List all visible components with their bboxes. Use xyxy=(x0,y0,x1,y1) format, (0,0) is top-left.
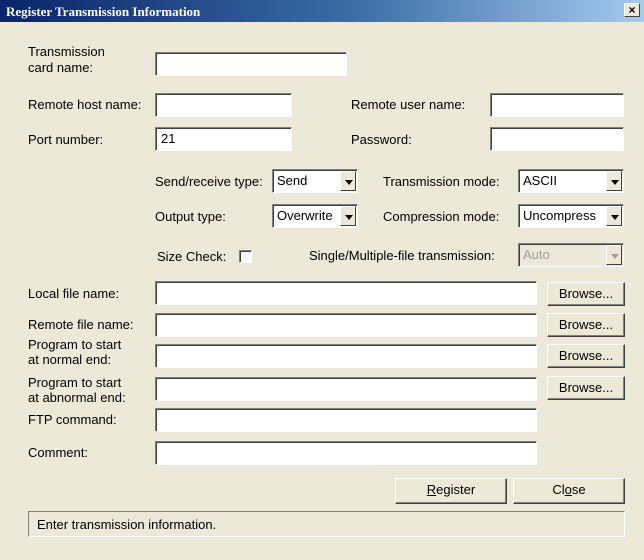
register-button[interactable]: Register xyxy=(395,478,507,504)
single-multiple-label: Single/Multiple-file transmission: xyxy=(309,248,495,263)
port-input[interactable]: 21 xyxy=(155,127,292,151)
size-check-checkbox[interactable] xyxy=(239,250,252,263)
send-receive-value: Send xyxy=(277,173,308,188)
close-label-pre: Cl xyxy=(552,482,565,497)
register-accel: R xyxy=(426,482,437,497)
normal-end-label-line2: at normal end: xyxy=(28,352,112,367)
normal-end-label-line1: Program to start xyxy=(28,337,122,352)
send-receive-label: Send/receive type: xyxy=(155,174,263,189)
comment-input[interactable] xyxy=(155,441,537,465)
chevron-down-icon[interactable] xyxy=(340,171,356,191)
card-name-input[interactable] xyxy=(155,52,347,76)
compression-mode-select[interactable]: Uncompress xyxy=(518,204,624,228)
local-file-input[interactable] xyxy=(155,281,537,305)
normal-end-input[interactable] xyxy=(155,344,537,368)
local-file-browse-button[interactable]: Browse... xyxy=(547,282,625,306)
card-name-label-line2: card name: xyxy=(28,60,94,75)
transmission-mode-value: ASCII xyxy=(523,173,557,188)
card-name-label-line1: Transmission xyxy=(28,44,105,59)
single-multiple-value: Auto xyxy=(523,247,550,262)
transmission-mode-label: Transmission mode: xyxy=(383,174,500,189)
abnormal-end-label-line2: at abnormal end: xyxy=(28,390,126,405)
close-window-button[interactable]: × xyxy=(624,3,640,17)
remote-user-label: Remote user name: xyxy=(351,97,466,112)
status-text: Enter transmission information. xyxy=(37,517,217,532)
remote-file-browse-button[interactable]: Browse... xyxy=(547,313,625,337)
password-input[interactable] xyxy=(490,127,624,151)
compression-mode-label: Compression mode: xyxy=(383,209,500,224)
abnormal-end-label-line1: Program to start xyxy=(28,375,122,390)
comment-label: Comment: xyxy=(28,445,88,460)
remote-file-input[interactable] xyxy=(155,313,537,337)
compression-mode-value: Uncompress xyxy=(523,208,596,223)
abnormal-end-input[interactable] xyxy=(155,377,537,401)
ftp-command-label: FTP command: xyxy=(28,412,117,427)
register-label: egister xyxy=(436,482,476,497)
title-bar: Register Transmission Information × xyxy=(0,0,644,22)
output-type-label: Output type: xyxy=(155,209,226,224)
abnormal-end-browse-button[interactable]: Browse... xyxy=(547,376,625,400)
remote-host-input[interactable] xyxy=(155,93,292,117)
port-label: Port number: xyxy=(28,132,104,147)
close-accel: o xyxy=(564,482,572,497)
abnormal-end-label: Program to start at abnormal end: xyxy=(28,375,126,405)
chevron-down-icon[interactable] xyxy=(340,206,356,226)
chevron-down-icon xyxy=(606,245,622,265)
remote-host-label: Remote host name: xyxy=(28,97,142,112)
normal-end-browse-button[interactable]: Browse... xyxy=(547,344,625,368)
ftp-command-input[interactable] xyxy=(155,408,537,432)
output-type-select[interactable]: Overwrite xyxy=(272,204,358,228)
normal-end-label: Program to start at normal end: xyxy=(28,337,121,367)
window-title: Register Transmission Information xyxy=(6,4,201,19)
send-receive-select[interactable]: Send xyxy=(272,169,358,193)
chevron-down-icon[interactable] xyxy=(606,171,622,191)
remote-file-label: Remote file name: xyxy=(28,317,134,332)
remote-user-input[interactable] xyxy=(490,93,624,117)
card-name-label: Transmission card name: xyxy=(28,44,105,76)
close-button[interactable]: Close xyxy=(513,478,625,504)
size-check-label: Size Check: xyxy=(157,249,227,264)
chevron-down-icon[interactable] xyxy=(606,206,622,226)
output-type-value: Overwrite xyxy=(277,208,333,223)
close-label-rest: se xyxy=(571,482,586,497)
register-dialog: Transmission card name: Remote host name… xyxy=(0,22,644,560)
password-label: Password: xyxy=(351,132,412,147)
single-multiple-select: Auto xyxy=(518,243,624,267)
local-file-label: Local file name: xyxy=(28,286,120,301)
transmission-mode-select[interactable]: ASCII xyxy=(518,169,624,193)
status-bar: Enter transmission information. xyxy=(28,511,625,537)
